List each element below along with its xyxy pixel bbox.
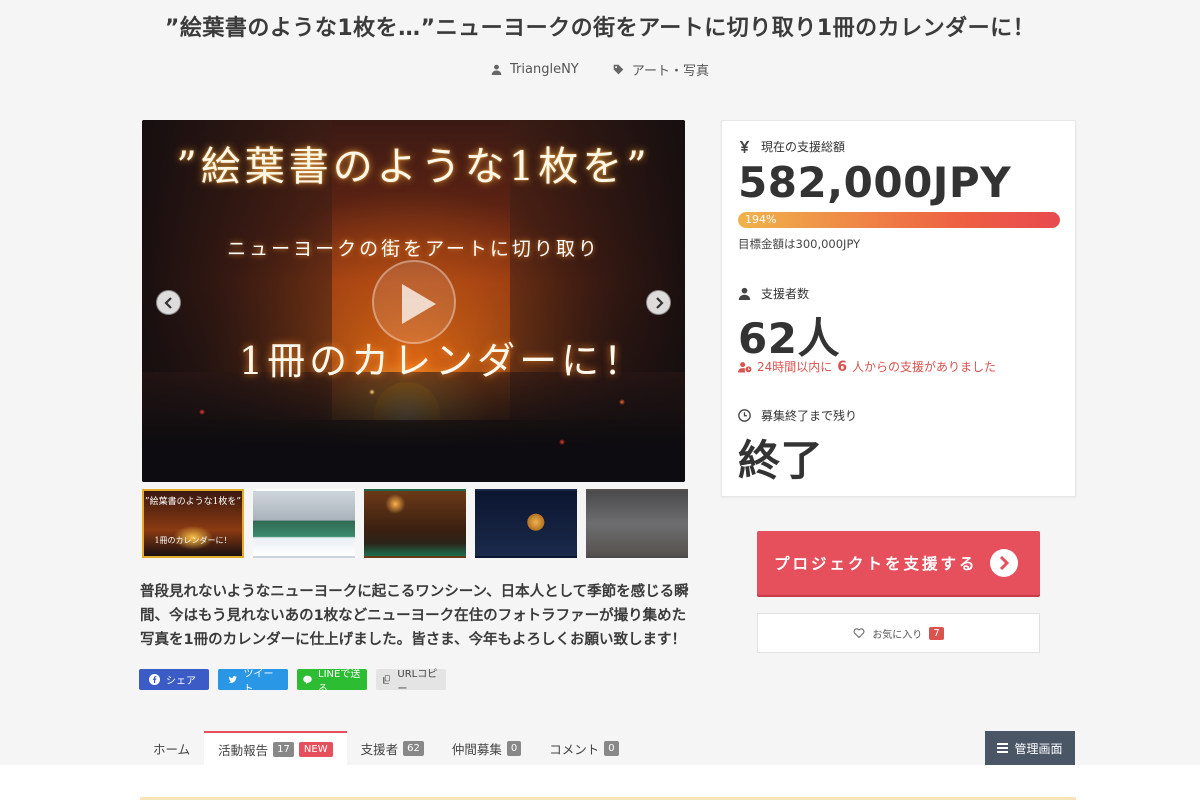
url-copy-button[interactable]: URLコピー <box>376 669 446 695</box>
user-clock-icon <box>738 361 752 372</box>
remaining-label: 募集終了まで残り <box>738 407 857 424</box>
count-badge: 0 <box>506 740 522 756</box>
recent-support-notice: 24時間以内に 6 人からの支援がありました <box>738 358 996 375</box>
favorite-label: お気に入り <box>872 629 923 641</box>
admin-panel-button[interactable]: 管理画面 <box>985 731 1075 765</box>
funding-stats-card: 現在の支援総額 582,000JPY 194% 目標金額は300,000JPY … <box>721 120 1076 497</box>
facebook-label: シェア <box>166 676 196 687</box>
tab-recruit[interactable]: 仲間募集 0 <box>438 731 535 765</box>
amount-value: 582,000JPY <box>738 158 1012 207</box>
twitter-icon <box>228 676 237 683</box>
slider-prev-button[interactable] <box>156 290 181 315</box>
user-icon <box>491 64 502 75</box>
line-label: LINEで送る <box>318 668 361 695</box>
yen-icon <box>739 140 750 153</box>
heart-icon <box>853 628 865 639</box>
chevron-left-icon <box>163 296 172 309</box>
menu-icon <box>997 743 1009 753</box>
thumbnail-strip: ”絵葉書のような1枚を” 1冊のカレンダーに！ <box>142 489 688 558</box>
project-description: 普段見れないようなニューヨークに起こるワンシーン、日本人として季節を感じる瞬間、… <box>140 584 689 648</box>
content-divider <box>140 797 1076 800</box>
thumb-caption-1: ”絵葉書のような1枚を” <box>145 497 241 507</box>
thumbnail-3[interactable] <box>364 489 466 558</box>
favorite-count: 7 <box>929 626 944 640</box>
thumbnail-5[interactable] <box>586 489 688 558</box>
supporters-value: 62人 <box>738 314 840 363</box>
author-link[interactable]: TriangleNY <box>491 60 579 79</box>
amount-label: 現在の支援総額 <box>738 138 845 155</box>
tab-comments[interactable]: コメント 0 <box>535 731 632 765</box>
count-badge: 62 <box>403 740 424 756</box>
tag-icon <box>613 64 624 75</box>
project-title: ”絵葉書のような1枚を…”ニューヨークの街をアートに切り取り1冊のカレンダーに！ <box>164 16 1036 41</box>
play-icon <box>402 284 436 324</box>
slider-next-button[interactable] <box>646 290 671 315</box>
hero-caption-2: ニューヨークの街をアートに切り取り <box>227 238 600 260</box>
thumbnail-2[interactable] <box>253 489 355 558</box>
chevron-right-icon <box>655 296 664 309</box>
new-badge: NEW <box>298 741 333 757</box>
url-copy-label: URLコピー <box>397 668 438 695</box>
arrow-right-circle-icon <box>990 549 1018 577</box>
project-meta: TriangleNY アート・写真 <box>0 60 1200 79</box>
tab-supporters[interactable]: 支援者 62 <box>347 731 438 765</box>
count-badge: 0 <box>604 740 619 756</box>
thumbnail-1[interactable]: ”絵葉書のような1枚を” 1冊のカレンダーに！ <box>142 489 244 558</box>
progress-percent: 194% <box>745 213 777 226</box>
count-badge: 17 <box>273 741 294 757</box>
street <box>142 372 685 482</box>
twitter-share-button[interactable]: ツイート <box>218 669 288 695</box>
progress-fill <box>738 212 1060 228</box>
copy-icon <box>383 675 390 684</box>
hero-caption-1: ”絵葉書のような1枚を” <box>176 144 651 190</box>
main-image-slider[interactable]: ”絵葉書のような1枚を” ニューヨークの街をアートに切り取り 1冊のカレンダーに… <box>142 120 685 482</box>
twitter-label: ツイート <box>243 668 274 695</box>
project-tabs: ホーム 活動報告 17 NEW 支援者 62 仲間募集 0 コメント 0 <box>139 731 633 765</box>
play-video-button[interactable] <box>372 260 456 344</box>
line-icon <box>303 675 312 685</box>
share-buttons: シェア ツイート LINEで送る URLコピー <box>139 669 446 695</box>
remaining-value: 終了 <box>738 436 824 485</box>
progress-bar: 194% <box>738 212 1060 228</box>
author-name: TriangleNY <box>510 62 579 77</box>
facebook-icon <box>149 674 160 685</box>
tab-home[interactable]: ホーム <box>139 731 204 765</box>
support-label: プロジェクトを支援する <box>774 555 978 573</box>
clock-icon <box>738 409 751 422</box>
tab-activity-reports[interactable]: 活動報告 17 NEW <box>204 731 347 765</box>
supporters-label: 支援者数 <box>738 285 809 302</box>
thumb-caption-3: 1冊のカレンダーに！ <box>154 536 232 545</box>
goal-amount: 目標金額は300,000JPY <box>738 237 861 251</box>
user-icon <box>738 287 751 300</box>
content-panel <box>0 765 1200 801</box>
admin-label: 管理画面 <box>1014 741 1063 756</box>
category-link[interactable]: アート・写真 <box>613 60 709 79</box>
support-project-button[interactable]: プロジェクトを支援する <box>757 531 1040 595</box>
facebook-share-button[interactable]: シェア <box>139 669 209 690</box>
line-share-button[interactable]: LINEで送る <box>297 669 367 695</box>
favorite-button[interactable]: お気に入り 7 <box>757 613 1040 653</box>
thumbnail-4[interactable] <box>475 489 577 558</box>
category-name: アート・写真 <box>631 64 709 79</box>
